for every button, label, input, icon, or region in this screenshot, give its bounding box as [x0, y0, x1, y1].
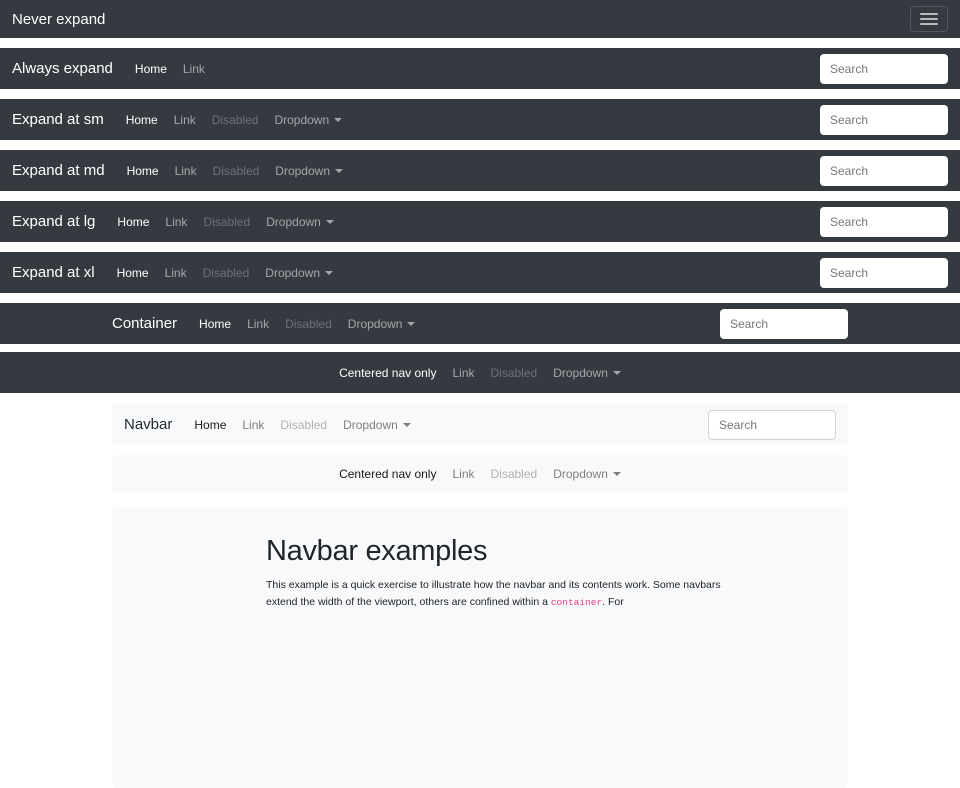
dropdown-label: Dropdown	[553, 366, 608, 380]
nav-item-dropdown[interactable]: Dropdown	[266, 113, 350, 127]
inline-code-container: container	[551, 597, 602, 608]
caret-down-icon	[613, 472, 621, 476]
navbar-expand-lg: Expand at lg Home Link Disabled Dropdown	[0, 201, 960, 242]
navbar-container-inner: Container Home Link Disabled Dropdown	[112, 303, 848, 344]
nav-item-link[interactable]: Link	[167, 164, 205, 178]
nav-links: Home Link	[127, 62, 213, 76]
nav-item-centered[interactable]: Centered nav only	[331, 366, 444, 380]
nav-item-centered[interactable]: Centered nav only	[331, 467, 444, 481]
nav-links: Home Link Disabled Dropdown	[109, 266, 341, 280]
nav-item-dropdown[interactable]: Dropdown	[267, 164, 351, 178]
caret-down-icon	[325, 271, 333, 275]
nav-item-dropdown[interactable]: Dropdown	[340, 317, 424, 331]
caret-down-icon	[407, 322, 415, 326]
caret-down-icon	[334, 118, 342, 122]
navbar-always-expand: Always expand Home Link	[0, 48, 960, 89]
nav-item-disabled: Disabled	[272, 418, 335, 432]
navbar-toggler-button[interactable]	[910, 6, 948, 32]
brand-expand-md[interactable]: Expand at md	[12, 162, 105, 179]
jumbotron: Navbar examples This example is a quick …	[112, 508, 848, 788]
brand-navbar[interactable]: Navbar	[124, 416, 172, 433]
nav-item-home[interactable]: Home	[127, 62, 175, 76]
nav-item-disabled: Disabled	[195, 266, 258, 280]
search-input[interactable]	[820, 258, 948, 288]
nav-item-home[interactable]: Home	[119, 164, 167, 178]
search-input[interactable]	[820, 207, 948, 237]
navbar-container: Container Home Link Disabled Dropdown	[0, 303, 960, 344]
dropdown-label: Dropdown	[348, 317, 403, 331]
nav-item-dropdown[interactable]: Dropdown	[257, 266, 341, 280]
nav-links: Home Link Disabled Dropdown	[186, 418, 418, 432]
lead-paragraph: This example is a quick exercise to illu…	[266, 577, 731, 611]
navbar-light: Navbar Home Link Disabled Dropdown	[112, 404, 848, 445]
search-input[interactable]	[720, 309, 848, 339]
navbar-expand-md: Expand at md Home Link Disabled Dropdown	[0, 150, 960, 191]
navbar-expand-sm: Expand at sm Home Link Disabled Dropdown	[0, 99, 960, 140]
nav-item-link[interactable]: Link	[234, 418, 272, 432]
nav-item-link[interactable]: Link	[239, 317, 277, 331]
search-input[interactable]	[820, 156, 948, 186]
brand-never-expand[interactable]: Never expand	[12, 11, 105, 28]
nav-item-home[interactable]: Home	[109, 215, 157, 229]
nav-item-disabled: Disabled	[277, 317, 340, 331]
nav-item-disabled: Disabled	[205, 164, 268, 178]
dropdown-label: Dropdown	[343, 418, 398, 432]
nav-links: Centered nav only Link Disabled Dropdown	[331, 467, 629, 481]
nav-item-link[interactable]: Link	[175, 62, 213, 76]
nav-item-disabled: Disabled	[483, 467, 546, 481]
nav-item-link[interactable]: Link	[157, 215, 195, 229]
nav-item-dropdown[interactable]: Dropdown	[258, 215, 342, 229]
nav-item-disabled: Disabled	[195, 215, 258, 229]
nav-item-dropdown[interactable]: Dropdown	[545, 467, 629, 481]
navbar-expand-xl: Expand at xl Home Link Disabled Dropdown	[0, 252, 960, 293]
navbar-centered-dark: Centered nav only Link Disabled Dropdown	[0, 352, 960, 393]
brand-container[interactable]: Container	[112, 315, 177, 332]
caret-down-icon	[335, 169, 343, 173]
caret-down-icon	[613, 371, 621, 375]
nav-links: Centered nav only Link Disabled Dropdown	[331, 366, 629, 380]
navbar-centered-light: Centered nav only Link Disabled Dropdown	[112, 455, 848, 493]
dropdown-label: Dropdown	[274, 113, 329, 127]
caret-down-icon	[403, 423, 411, 427]
navbar-never-expand: Never expand	[0, 0, 960, 38]
nav-item-link[interactable]: Link	[166, 113, 204, 127]
nav-item-link[interactable]: Link	[157, 266, 195, 280]
nav-item-dropdown[interactable]: Dropdown	[335, 418, 419, 432]
dropdown-label: Dropdown	[275, 164, 330, 178]
search-input[interactable]	[820, 105, 948, 135]
nav-item-home[interactable]: Home	[118, 113, 166, 127]
lead-text-before: This example is a quick exercise to illu…	[266, 579, 721, 608]
nav-item-home[interactable]: Home	[191, 317, 239, 331]
hamburger-icon	[920, 10, 938, 28]
nav-item-disabled: Disabled	[483, 366, 546, 380]
nav-links: Home Link Disabled Dropdown	[109, 215, 341, 229]
dropdown-label: Dropdown	[265, 266, 320, 280]
nav-item-dropdown[interactable]: Dropdown	[545, 366, 629, 380]
nav-item-link[interactable]: Link	[444, 467, 482, 481]
nav-item-disabled: Disabled	[204, 113, 267, 127]
nav-links: Home Link Disabled Dropdown	[191, 317, 423, 331]
nav-item-home[interactable]: Home	[109, 266, 157, 280]
caret-down-icon	[326, 220, 334, 224]
page-title: Navbar examples	[266, 535, 731, 568]
nav-item-link[interactable]: Link	[444, 366, 482, 380]
search-input[interactable]	[820, 54, 948, 84]
dropdown-label: Dropdown	[266, 215, 321, 229]
brand-expand-lg[interactable]: Expand at lg	[12, 213, 95, 230]
main-container: Navbar Home Link Disabled Dropdown Cente…	[112, 404, 848, 788]
lead-text-after: . For	[602, 596, 624, 608]
search-input[interactable]	[708, 410, 836, 440]
nav-item-home[interactable]: Home	[186, 418, 234, 432]
brand-expand-sm[interactable]: Expand at sm	[12, 111, 104, 128]
nav-links: Home Link Disabled Dropdown	[118, 113, 350, 127]
nav-links: Home Link Disabled Dropdown	[119, 164, 351, 178]
dropdown-label: Dropdown	[553, 467, 608, 481]
brand-expand-xl[interactable]: Expand at xl	[12, 264, 95, 281]
brand-always-expand[interactable]: Always expand	[12, 60, 113, 77]
